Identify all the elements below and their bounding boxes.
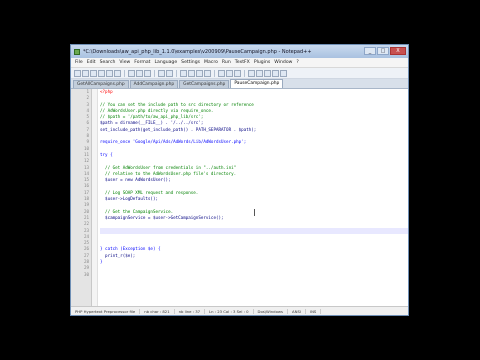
menu-settings[interactable]: Settings <box>181 60 200 65</box>
status-bar: PHP Hypertext Preprocessor file nb char … <box>71 306 408 315</box>
zoom-out-icon[interactable] <box>204 69 211 77</box>
document-tab-bar: GetAllCampaigns.php AddCampaign.php GetC… <box>71 79 408 89</box>
run-macro-multiple-icon[interactable] <box>272 69 279 77</box>
show-all-chars-icon[interactable] <box>226 69 233 77</box>
menu-help[interactable]: ? <box>296 60 298 65</box>
status-cursor-position: Ln : 23 Col : 3 Sel : 0 <box>205 308 254 314</box>
menu-file[interactable]: File <box>75 60 83 65</box>
play-macro-icon[interactable] <box>264 69 271 77</box>
code-area[interactable]: <?php// You can set the include path to … <box>98 89 408 307</box>
save-icon[interactable] <box>90 69 97 77</box>
close-button[interactable]: X <box>390 47 406 55</box>
print-icon[interactable] <box>114 69 121 77</box>
tab-pausecampaign[interactable]: PauseCampaign.php <box>230 79 284 88</box>
menu-view[interactable]: View <box>119 60 130 65</box>
menu-plugins[interactable]: Plugins <box>254 60 270 65</box>
menu-edit[interactable]: Edit <box>87 60 96 65</box>
window-title: *C:\Downloads\aw_api_php_lib_1.1.0\examp… <box>83 48 312 55</box>
status-line-count: nb line : 37 <box>175 308 206 314</box>
menu-bar: File Edit Search View Format Language Se… <box>71 58 408 68</box>
status-eol-format: Dos\Windows <box>254 308 288 314</box>
stop-macro-icon[interactable] <box>256 69 263 77</box>
toolbar-divider <box>154 69 155 77</box>
menu-run[interactable]: Run <box>222 60 231 65</box>
indent-guide-icon[interactable] <box>234 69 241 77</box>
menu-window[interactable]: Window <box>274 60 292 65</box>
line-number: 30 <box>83 271 89 277</box>
new-file-icon[interactable] <box>74 69 81 77</box>
menu-language[interactable]: Language <box>155 60 178 65</box>
close-file-icon[interactable] <box>106 69 113 77</box>
status-insert-mode: INS <box>306 308 322 314</box>
code-editor[interactable]: 1 2 3 4 5 6 7 8 9 10 11 12 13 14 15 16 17 18 19 20 21 22 23 24 2… <box>71 89 408 307</box>
replace-icon[interactable] <box>188 69 195 77</box>
tab-getcampaigns[interactable]: GetCampaigns.php <box>179 80 230 88</box>
minimize-button[interactable]: _ <box>364 47 376 55</box>
toolbar <box>71 68 408 79</box>
title-bar: *C:\Downloads\aw_api_php_lib_1.1.0\examp… <box>71 45 408 58</box>
line-number-gutter: 1 2 3 4 5 6 7 8 9 10 11 12 13 14 15 16 17 18 19 20 21 22 23 24 2… <box>71 89 92 307</box>
redo-icon[interactable] <box>166 69 173 77</box>
window-controls: _ □ X <box>364 47 406 55</box>
zoom-in-icon[interactable] <box>196 69 203 77</box>
open-file-icon[interactable] <box>82 69 89 77</box>
tab-getallcampaigns[interactable]: GetAllCampaigns.php <box>73 80 129 88</box>
menu-textfx[interactable]: TextFX <box>235 60 250 65</box>
menu-format[interactable]: Format <box>134 60 150 65</box>
status-char-count: nb char : 821 <box>140 308 175 314</box>
maximize-button[interactable]: □ <box>377 47 389 55</box>
toolbar-divider <box>176 69 177 77</box>
toolbar-divider <box>244 69 245 77</box>
tab-addcampaign[interactable]: AddCampaign.php <box>129 80 179 88</box>
menu-macro[interactable]: Macro <box>204 60 218 65</box>
status-file-type: PHP Hypertext Preprocessor file <box>71 308 141 314</box>
save-all-icon[interactable] <box>98 69 105 77</box>
notepadpp-app-icon <box>74 48 80 55</box>
find-icon[interactable] <box>180 69 187 77</box>
notepadpp-window: *C:\Downloads\aw_api_php_lib_1.1.0\examp… <box>70 44 409 316</box>
copy-icon[interactable] <box>136 69 143 77</box>
save-macro-icon[interactable] <box>280 69 287 77</box>
wrap-icon[interactable] <box>218 69 225 77</box>
code-line[interactable] <box>100 272 408 278</box>
toolbar-divider <box>124 69 125 77</box>
cut-icon[interactable] <box>128 69 135 77</box>
menu-search[interactable]: Search <box>100 60 116 65</box>
status-encoding: ANSI <box>288 308 306 314</box>
toolbar-divider <box>214 69 215 77</box>
record-macro-icon[interactable] <box>248 69 255 77</box>
undo-icon[interactable] <box>158 69 165 77</box>
paste-icon[interactable] <box>144 69 151 77</box>
mouse-text-cursor <box>254 209 255 216</box>
